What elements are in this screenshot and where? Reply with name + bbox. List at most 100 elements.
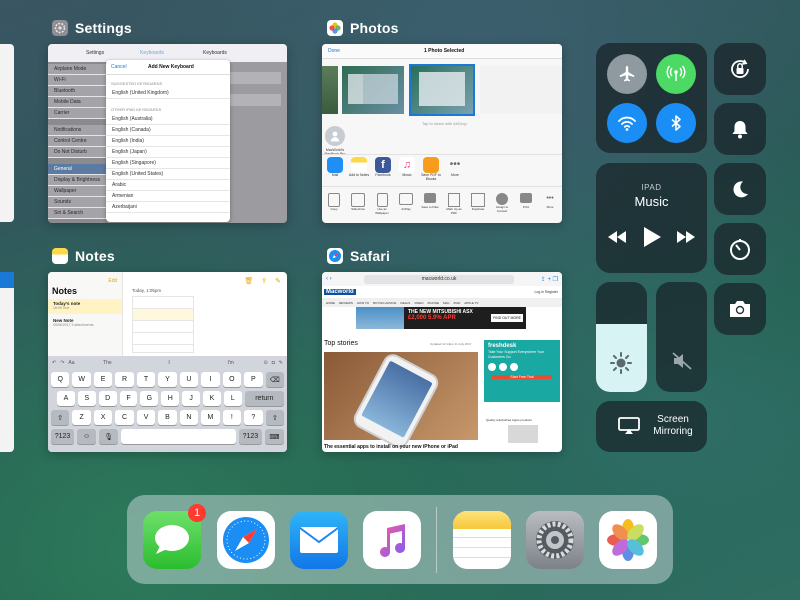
key[interactable]: M <box>201 410 220 425</box>
photos-icon[interactable] <box>599 511 657 569</box>
numbers-key[interactable]: ?123 <box>51 429 74 444</box>
notes-edit-button[interactable]: Edit <box>108 278 117 284</box>
ad-cta[interactable]: FIND OUT MORE <box>491 314 523 322</box>
key[interactable]: A <box>57 391 75 406</box>
action-markup-pdf[interactable]: Mark Up as PDF <box>444 193 464 223</box>
key[interactable]: I <box>201 372 220 387</box>
trash-icon[interactable]: 🗑 <box>244 277 253 285</box>
key[interactable]: F <box>119 391 138 406</box>
site-nav-item[interactable]: REVIEWS <box>339 301 353 305</box>
sidebar-ad[interactable]: freshdesk Take Your Support Everywhere Y… <box>484 340 560 402</box>
safari-app-card[interactable]: ‹ › macworld.co.uk ⇪ + ❐ Macworld Log in… <box>322 272 562 452</box>
site-nav-item[interactable]: MAC <box>443 301 450 305</box>
address-bar[interactable]: macworld.co.uk <box>364 274 514 284</box>
key[interactable]: ! <box>222 410 242 425</box>
airplane-mode-toggle[interactable] <box>607 54 647 94</box>
delete-key[interactable]: ⌫ <box>265 372 284 387</box>
ad-banner[interactable]: THE NEW MITSUBISHI ASX £2,000 5.9% APR F… <box>356 307 526 329</box>
key[interactable]: L <box>223 391 242 406</box>
microphone-key[interactable]: 🎙 <box>99 429 119 444</box>
settings-app-card[interactable]: Settings Keyboards Keyboards Airplane Mo… <box>48 44 287 223</box>
action-slideshow[interactable]: Slideshow <box>348 193 368 223</box>
do-not-disturb-toggle[interactable] <box>714 163 766 215</box>
modal-cancel-button[interactable]: Cancel <box>111 64 127 70</box>
key[interactable]: Y <box>158 372 177 387</box>
note-table[interactable] <box>132 296 194 353</box>
site-nav-item[interactable]: APPLE TV <box>464 301 478 305</box>
keyboard-option[interactable]: English (United Kingdom) <box>106 88 230 99</box>
keyboard-option[interactable]: English (Japan) <box>106 147 230 158</box>
fast-forward-button[interactable] <box>675 229 697 250</box>
key[interactable]: N <box>179 410 199 425</box>
site-nav-item[interactable]: VIDEO <box>414 301 423 305</box>
camera-icon[interactable]: ◘ <box>272 360 275 366</box>
site-nav-item[interactable]: iPHONE <box>428 301 439 305</box>
redo-icon[interactable]: ↷ <box>60 360 64 366</box>
share-ibooks[interactable]: Save PDF to iBooks <box>420 155 442 183</box>
settings-icon[interactable] <box>526 511 584 569</box>
action-more[interactable]: ••• More <box>540 193 560 223</box>
photos-app-card[interactable]: Done 1 Photo Selected Tap to share with … <box>322 44 562 223</box>
note-item[interactable]: New Note 05/06/2017 3 attachments <box>48 316 122 331</box>
pen-icon[interactable]: ✎ <box>279 360 283 366</box>
keyboard-option[interactable]: English (Australia) <box>106 114 230 125</box>
site-nav-item[interactable]: HOME <box>326 301 335 305</box>
safari-icon[interactable] <box>217 511 275 569</box>
share-facebook[interactable]: f Facebook <box>372 155 394 183</box>
bluetooth-toggle[interactable] <box>656 103 696 143</box>
play-button[interactable] <box>641 225 663 254</box>
notes-app-label[interactable]: Notes <box>52 248 115 264</box>
key[interactable]: Q <box>51 372 70 387</box>
notes-icon[interactable] <box>453 511 511 569</box>
action-duplicate[interactable]: Duplicate <box>468 193 488 223</box>
hide-keyboard-key[interactable]: ⌨ <box>264 429 285 444</box>
brightness-slider[interactable] <box>596 282 647 392</box>
safari-app-label[interactable]: Safari <box>327 248 390 264</box>
photo-thumbnail-selected[interactable] <box>409 64 475 116</box>
cellular-data-toggle[interactable] <box>656 54 696 94</box>
tabs-icon[interactable]: ⇪ + ❐ <box>541 276 558 283</box>
camera-button[interactable] <box>714 283 766 335</box>
key[interactable]: R <box>115 372 134 387</box>
key[interactable]: G <box>140 391 159 406</box>
key[interactable]: C <box>115 410 134 425</box>
action-wallpaper[interactable]: Use as Wallpaper <box>372 193 392 223</box>
volume-slider[interactable] <box>656 282 707 392</box>
emoji-key[interactable]: ☺ <box>76 429 97 444</box>
space-key[interactable] <box>121 429 236 444</box>
key[interactable]: T <box>136 372 156 387</box>
partial-app-card-top[interactable] <box>0 44 14 222</box>
sidebar-ad-cta[interactable]: Start Free Trial <box>492 375 552 380</box>
checklist-icon[interactable]: ⊙ <box>264 360 268 366</box>
action-assign-contact[interactable]: Assign to Contact <box>492 193 512 223</box>
key[interactable]: W <box>72 372 91 387</box>
music-module[interactable]: IPAD Music <box>596 163 707 273</box>
key[interactable]: P <box>244 372 263 387</box>
compose-icon[interactable]: ✎ <box>275 277 281 285</box>
keyboard-option[interactable]: Armenian <box>106 191 230 202</box>
key[interactable]: E <box>93 372 113 387</box>
settings-app-label[interactable]: Settings <box>52 20 132 36</box>
rewind-button[interactable] <box>606 229 628 250</box>
share-more[interactable]: ••• More <box>444 155 466 183</box>
keyboard[interactable]: ↶ ↷ Aa The I I'm ⊙ ◘ ✎ Q W E R T Y U I O… <box>48 356 287 452</box>
photos-app-label[interactable]: Photos <box>327 20 399 36</box>
site-logo[interactable]: Macworld <box>324 289 356 295</box>
wifi-toggle[interactable] <box>607 103 647 143</box>
music-icon[interactable] <box>363 511 421 569</box>
mute-toggle[interactable] <box>714 103 766 155</box>
share-music[interactable]: ♫ Music <box>396 155 418 183</box>
undo-icon[interactable]: ↶ <box>52 360 56 366</box>
note-item-selected[interactable]: Today’s note 16:05 Text <box>48 299 122 314</box>
share-icon[interactable]: ⇪ <box>261 277 267 285</box>
action-print[interactable]: Print <box>516 193 536 223</box>
keyboard-option[interactable]: English (Canada) <box>106 125 230 136</box>
key[interactable]: H <box>161 391 180 406</box>
suggestion[interactable]: I'm <box>202 360 260 366</box>
keyboard-option[interactable]: English (India) <box>106 136 230 147</box>
timer-button[interactable] <box>714 223 766 275</box>
back-icon[interactable]: ‹ › <box>326 276 332 282</box>
key[interactable]: V <box>136 410 156 425</box>
suggestion[interactable]: I <box>140 360 198 366</box>
notes-app-card[interactable]: Edit Notes Today’s note 16:05 Text New N… <box>48 272 287 452</box>
